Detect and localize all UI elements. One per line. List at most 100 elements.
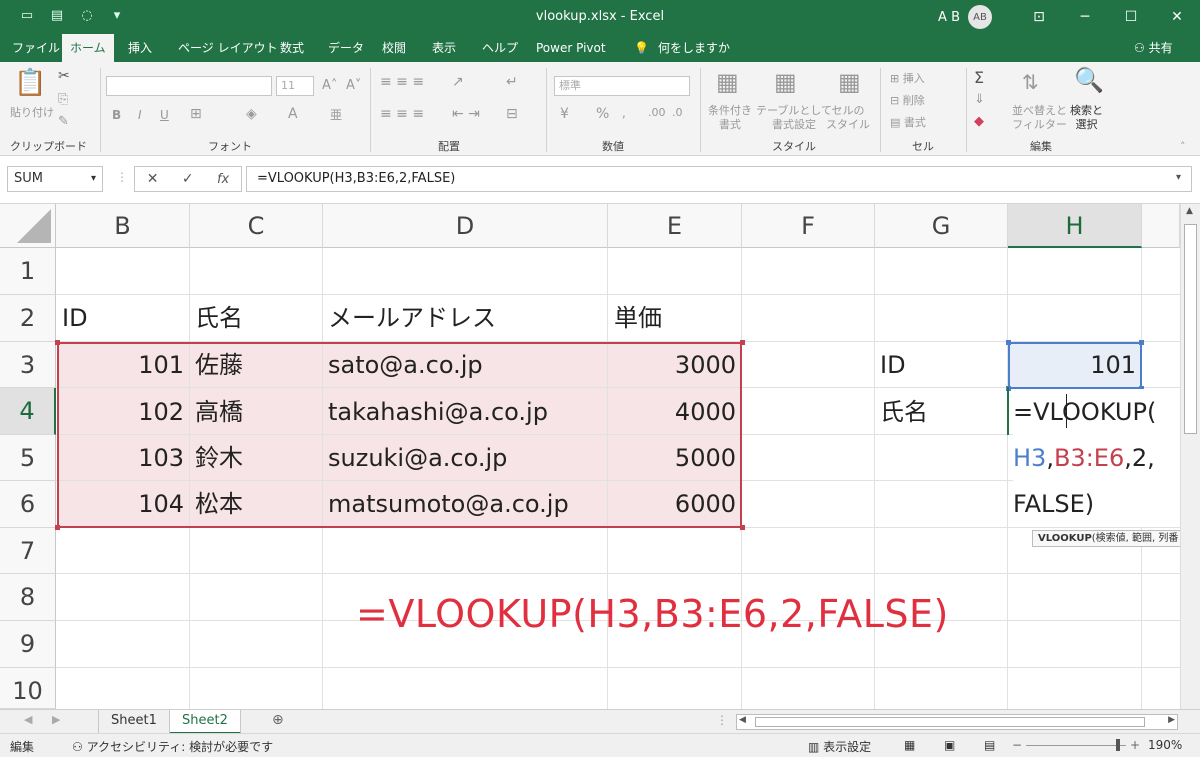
accessibility-status[interactable]: ⚇ アクセシビリティ: 検討が必要です (72, 738, 273, 755)
cell-name[interactable]: 鈴木 (195, 435, 243, 481)
cell-price[interactable]: 3000 (612, 342, 736, 388)
zoom-slider[interactable] (1026, 745, 1126, 746)
paste-button[interactable]: 貼り付け (10, 104, 54, 120)
format-as-table-icon[interactable]: ▦ (774, 68, 797, 96)
horizontal-scrollbar[interactable]: ◀ ▶ (736, 714, 1178, 730)
row-header-5[interactable]: 5 (0, 435, 56, 481)
fill-icon[interactable]: ⇓ (974, 92, 985, 107)
minimize-icon[interactable]: ─ (1062, 0, 1108, 34)
tab-formulas[interactable]: 数式 (272, 34, 312, 62)
cell-price[interactable]: 5000 (612, 435, 736, 481)
prev-sheet-icon[interactable]: ◀ (24, 713, 32, 726)
format-cells-button[interactable]: ▤ 書式 (890, 114, 926, 130)
next-sheet-icon[interactable]: ▶ (52, 713, 60, 726)
column-header-d[interactable]: D (323, 204, 608, 248)
result-label[interactable]: 氏名 (880, 389, 928, 435)
phonetic-icon[interactable]: 亜 (330, 106, 342, 123)
increase-decimal-icon[interactable]: .00 (648, 106, 666, 119)
insert-function-icon[interactable]: fx (217, 172, 229, 187)
fill-color-icon[interactable]: ◈ (246, 106, 257, 122)
cell-styles-button[interactable]: セルの スタイル (826, 104, 870, 132)
cell-id[interactable]: 101 (60, 342, 184, 388)
cell-email[interactable]: takahashi@a.co.jp (328, 389, 548, 435)
column-header-c[interactable]: C (190, 204, 323, 248)
select-all-button[interactable] (0, 204, 56, 248)
tab-page-layout[interactable]: ページ レイアウト (170, 34, 286, 62)
add-sheet-icon[interactable]: ⊕ (272, 712, 284, 728)
zoom-slider-thumb[interactable] (1116, 739, 1120, 751)
format-as-table-button[interactable]: テーブルとして 書式設定 (756, 104, 832, 132)
find-select-button[interactable]: 検索と 選択 (1070, 104, 1103, 132)
column-header-b[interactable]: B (56, 204, 190, 248)
cell-price[interactable]: 4000 (612, 389, 736, 435)
wrap-text-icon[interactable]: ↵ (506, 74, 518, 90)
edit-formula-line3[interactable]: FALSE) (1013, 481, 1180, 527)
avatar[interactable]: AB (968, 5, 992, 29)
split-handle-icon[interactable]: ⋮ (716, 713, 728, 727)
vertical-scrollbar[interactable]: ▲ (1180, 204, 1200, 709)
tab-file[interactable]: ファイル (4, 34, 68, 62)
column-header-g[interactable]: G (875, 204, 1008, 248)
tab-data[interactable]: データ (320, 34, 372, 62)
lookup-label[interactable]: ID (880, 342, 906, 388)
cell-id[interactable]: 104 (60, 481, 184, 527)
border-icon[interactable]: ⊞ (190, 106, 202, 122)
zoom-level[interactable]: 190% (1148, 738, 1182, 752)
function-tooltip[interactable]: VLOOKUP(検索値, 範囲, 列番 (1032, 530, 1200, 547)
merge-center-icon[interactable]: ⊟ (506, 106, 518, 122)
insert-cells-button[interactable]: ⊞ 挿入 (890, 70, 925, 86)
lookup-value-cell[interactable]: 101 (1010, 342, 1136, 388)
italic-icon[interactable]: I (138, 108, 142, 122)
cell-styles-icon[interactable]: ▦ (838, 68, 861, 96)
tab-insert[interactable]: 挿入 (120, 34, 160, 62)
row-header-8[interactable]: 8 (0, 574, 56, 621)
header-name[interactable]: 氏名 (195, 295, 243, 341)
vertical-scroll-thumb[interactable] (1184, 224, 1197, 434)
formula-input[interactable]: =VLOOKUP(H3,B3:E6,2,FALSE) (246, 166, 1192, 192)
page-break-view-icon[interactable]: ▤ (984, 738, 995, 752)
currency-icon[interactable]: ¥ (560, 106, 569, 122)
user-name[interactable]: A B (938, 10, 960, 25)
cell-email[interactable]: suzuki@a.co.jp (328, 435, 507, 481)
row-header-3[interactable]: 3 (0, 342, 56, 388)
normal-view-icon[interactable]: ▦ (904, 738, 915, 752)
row-header-1[interactable]: 1 (0, 248, 56, 295)
cell-name[interactable]: 佐藤 (195, 342, 243, 388)
shrink-font-icon[interactable]: A˅ (346, 78, 361, 93)
header-email[interactable]: メールアドレス (328, 295, 496, 341)
sheet-tab-sheet1[interactable]: Sheet1 (98, 710, 170, 734)
font-name-combo[interactable] (106, 76, 272, 96)
indent-icon[interactable]: ⇤ ⇥ (452, 106, 480, 122)
zoom-in-icon[interactable]: + (1130, 738, 1140, 752)
close-icon[interactable]: ✕ (1154, 0, 1200, 34)
tab-home[interactable]: ホーム (62, 34, 114, 62)
cancel-icon[interactable]: ✕ (147, 171, 159, 187)
expand-formula-icon[interactable]: ▾ (1176, 172, 1181, 183)
ribbon-display-icon[interactable]: ⊡ (1016, 0, 1062, 34)
column-header-i[interactable] (1142, 204, 1180, 248)
percent-icon[interactable]: % (596, 106, 609, 122)
scroll-up-icon[interactable]: ▲ (1186, 206, 1193, 216)
row-header-6[interactable]: 6 (0, 481, 56, 528)
row-header-2[interactable]: 2 (0, 295, 56, 342)
cell-email[interactable]: matsumoto@a.co.jp (328, 481, 569, 527)
zoom-out-icon[interactable]: − (1012, 738, 1022, 752)
clear-icon[interactable]: ◆ (974, 114, 984, 129)
cell-id[interactable]: 102 (60, 389, 184, 435)
column-header-f[interactable]: F (742, 204, 875, 248)
collapse-ribbon-icon[interactable]: ˄ (1180, 140, 1186, 153)
delete-cells-button[interactable]: ⊟ 削除 (890, 92, 925, 108)
column-header-e[interactable]: E (608, 204, 742, 248)
cut-icon[interactable]: ✂ (58, 68, 70, 84)
column-header-h[interactable]: H (1008, 204, 1142, 248)
conditional-format-button[interactable]: 条件付き 書式 (708, 104, 752, 132)
header-price[interactable]: 単価 (614, 295, 662, 341)
grow-font-icon[interactable]: A˄ (322, 78, 337, 93)
cell-email[interactable]: sato@a.co.jp (328, 342, 483, 388)
decrease-decimal-icon[interactable]: .0 (672, 106, 683, 119)
comma-icon[interactable]: , (622, 106, 626, 120)
cell-id[interactable]: 103 (60, 435, 184, 481)
autosum-icon[interactable]: Σ (974, 68, 984, 87)
paste-icon[interactable]: 📋 (14, 68, 46, 98)
name-box[interactable]: SUM ▾ (7, 166, 103, 192)
